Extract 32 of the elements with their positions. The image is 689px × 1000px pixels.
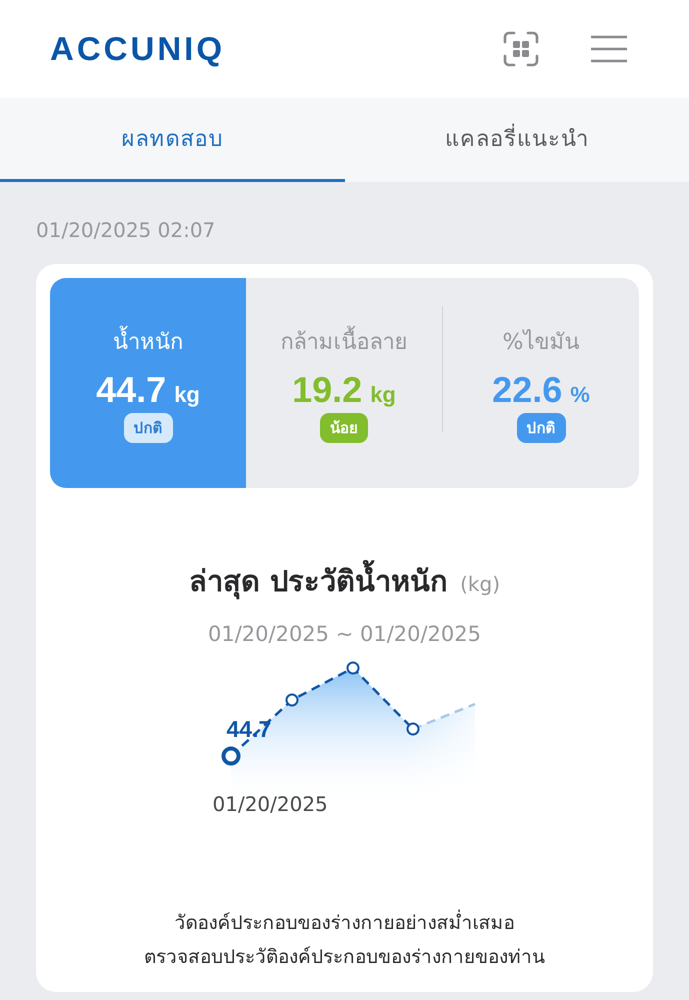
tab[interactable]: แคลอรี่แนะนำ [344, 98, 689, 182]
scan-icon[interactable] [503, 31, 539, 67]
status-badge: น้อย [320, 412, 368, 442]
metric-unit: kg [174, 382, 200, 406]
hint-text: ตรวจสอบประวัติองค์ประกอบของร่างกายของท่าน [144, 945, 545, 970]
metric-value: 19.2 [292, 368, 362, 410]
status-badge: ปกติ [516, 412, 566, 442]
metric-label: น้ำหนัก [113, 324, 183, 358]
hint-text: วัดองค์ประกอบของร่างกายอย่างสม่ำเสมอ [144, 906, 545, 940]
axis-date: 01/20/2025 [212, 792, 328, 816]
point-value: 44.7 [226, 716, 272, 743]
data-point [285, 694, 298, 706]
unit-label: (kg) [460, 572, 500, 596]
section-title: ล่าสุด ประวัติน้ำหนัก [189, 558, 448, 604]
metric-unit: kg [370, 382, 396, 406]
metric-label: %ไขมัน [502, 328, 580, 356]
tab[interactable]: ผลทดสอบ [0, 98, 344, 182]
metric-value: 44.7 [96, 368, 166, 410]
date-range: 01/20/2025 ~ 01/20/2025 [208, 622, 482, 646]
metric-value: 22.6 [492, 368, 562, 410]
data-point [221, 746, 240, 766]
status-badge: ปกติ [124, 412, 172, 442]
data-point [346, 662, 359, 674]
menu-icon[interactable] [591, 35, 627, 63]
metric-tile[interactable]: %ไขมัน 22.6 % ปกติ [443, 278, 639, 488]
metric-tile[interactable]: น้ำหนัก 44.7 kg ปกติ [50, 278, 246, 488]
timestamp: 01/20/2025 02:07 [36, 218, 216, 242]
logo: ACCUNIQ [50, 30, 226, 68]
metric-unit: % [570, 382, 590, 406]
metric-tile[interactable]: กล้ามเนื้อลาย 19.2 kg น้อย [246, 278, 442, 488]
data-point [406, 722, 419, 736]
metric-label: กล้ามเนื้อลาย [280, 324, 408, 358]
